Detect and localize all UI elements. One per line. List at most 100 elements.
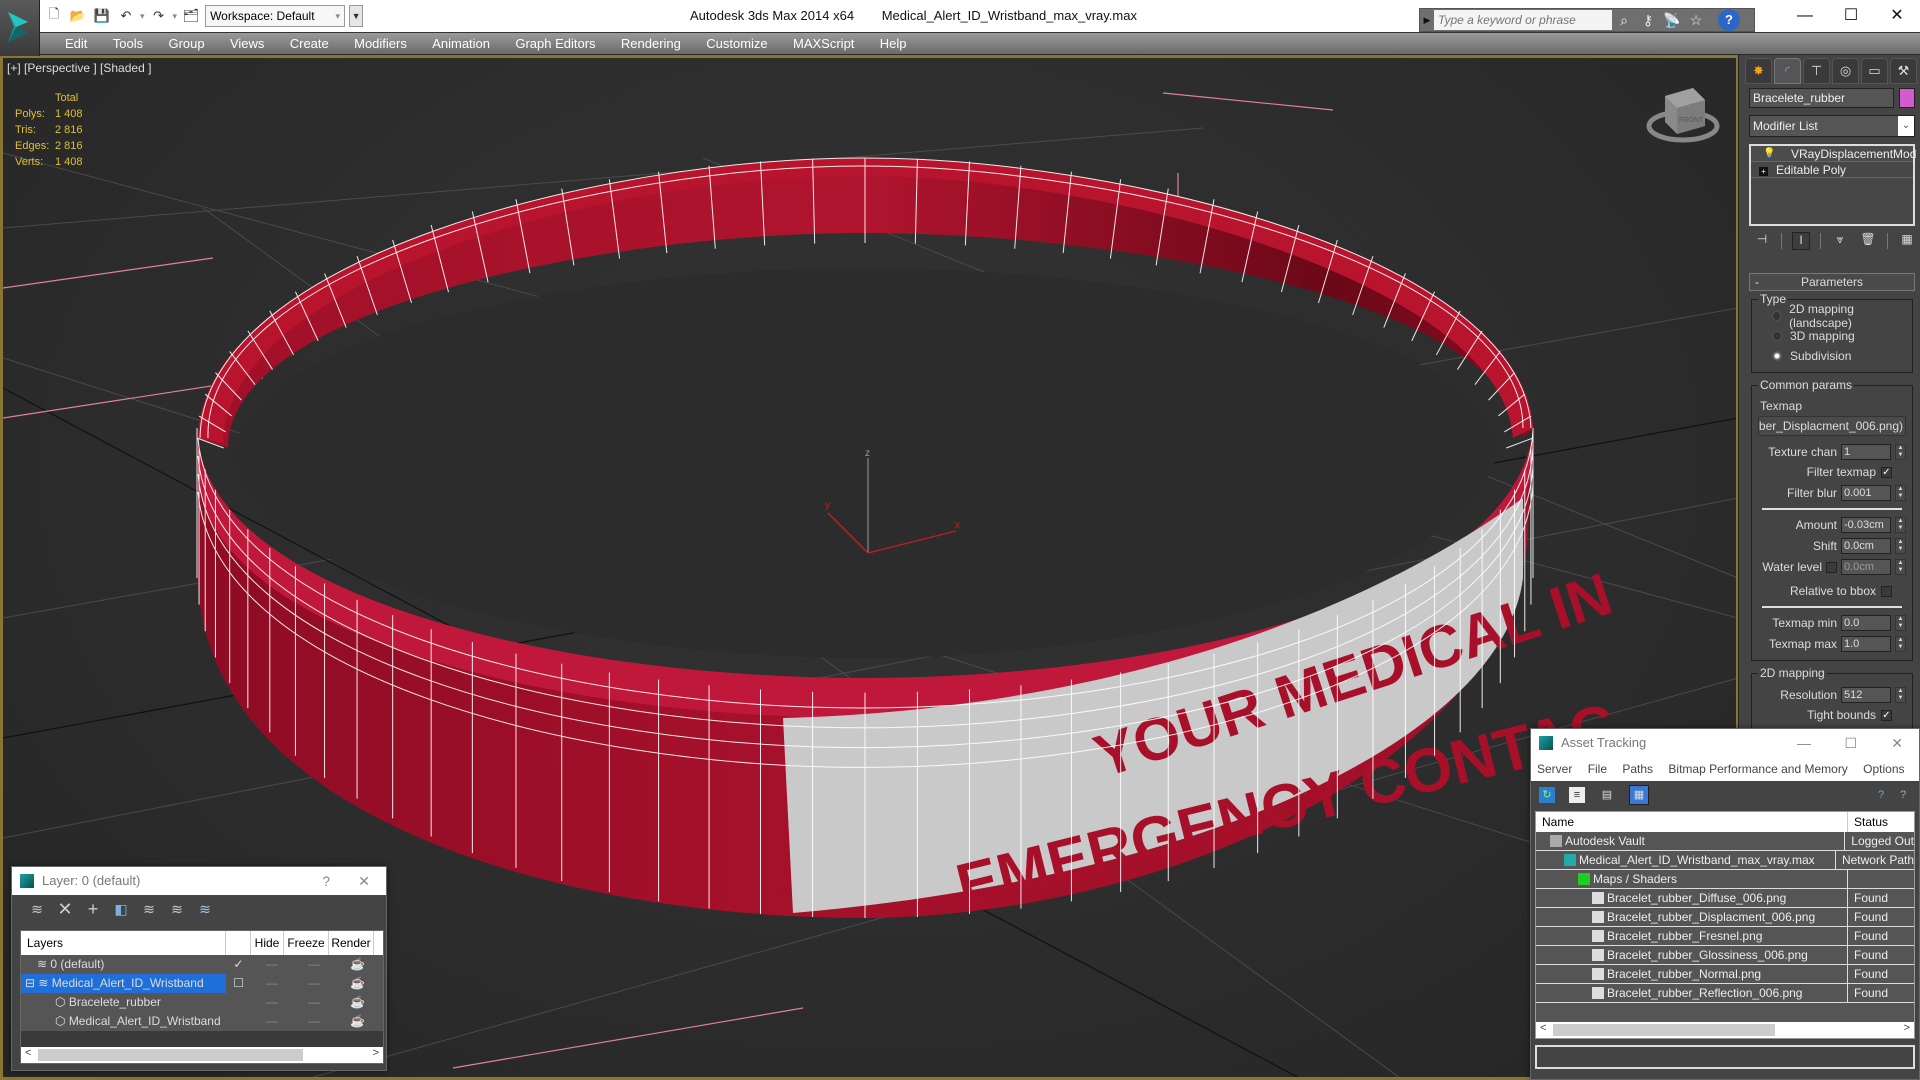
col-status[interactable]: Status bbox=[1848, 812, 1888, 832]
search-expand-icon[interactable]: ▶ bbox=[1420, 15, 1434, 26]
water-level-input[interactable]: 0.0cm bbox=[1841, 559, 1891, 575]
stack-item-editable-poly[interactable]: + Editable Poly bbox=[1751, 162, 1913, 178]
open-file-icon[interactable]: 📂 bbox=[68, 6, 88, 26]
search-input[interactable] bbox=[1434, 10, 1612, 30]
tree-view-icon[interactable]: ▤ bbox=[1599, 787, 1615, 803]
asset-row[interactable]: Bracelet_rubber_Displacment_006.png Found bbox=[1536, 908, 1914, 927]
show-end-result-icon[interactable]: I bbox=[1792, 232, 1810, 250]
asset-row[interactable]: Bracelet_rubber_Diffuse_006.png Found bbox=[1536, 889, 1914, 908]
render-teapot-icon[interactable]: ☕ bbox=[335, 1012, 380, 1031]
menu-tools[interactable]: Tools bbox=[102, 33, 154, 55]
refresh-icon[interactable]: ↻ bbox=[1539, 787, 1555, 803]
minimize-button[interactable]: — bbox=[1797, 729, 1811, 757]
close-button[interactable]: ✕ bbox=[1891, 729, 1903, 757]
spinner[interactable]: ▲ ▼ bbox=[1895, 538, 1906, 554]
help-alt-icon[interactable]: ? bbox=[1895, 787, 1911, 803]
help-icon[interactable]: ? bbox=[1873, 787, 1889, 803]
dialog-title-bar[interactable]: Layer: 0 (default) ? ✕ bbox=[12, 867, 386, 895]
tight-bounds-checkbox[interactable]: ✓ bbox=[1881, 709, 1892, 721]
menu-modifiers[interactable]: Modifiers bbox=[343, 33, 418, 55]
render-teapot-icon[interactable]: ☕ bbox=[335, 974, 380, 993]
rollout-header[interactable]: - Parameters bbox=[1749, 273, 1915, 291]
amount-input[interactable]: -0.03cm bbox=[1841, 517, 1891, 533]
asset-row[interactable]: Bracelet_rubber_Reflection_006.png Found bbox=[1536, 984, 1914, 1003]
menu-help[interactable]: Help bbox=[869, 33, 918, 55]
star-icon[interactable]: ☆ bbox=[1684, 12, 1708, 29]
hide-toggle[interactable]: — bbox=[251, 974, 293, 993]
list-view-icon[interactable]: ≡ bbox=[1569, 787, 1585, 803]
display-tab-icon[interactable]: ▭ bbox=[1861, 58, 1888, 84]
scroll-right-icon[interactable]: > bbox=[373, 1047, 379, 1059]
spinner[interactable]: ▲ ▼ bbox=[1895, 687, 1906, 703]
menu-animation[interactable]: Animation bbox=[421, 33, 501, 55]
layer-row[interactable]: ≋ 0 (default) ✓ — — ☕ bbox=[21, 955, 383, 974]
menu-server[interactable]: Server bbox=[1537, 762, 1572, 776]
active-layer-check[interactable]: ✓ bbox=[226, 955, 251, 974]
menu-rendering[interactable]: Rendering bbox=[610, 33, 692, 55]
active-layer-checkbox[interactable]: ☐ bbox=[226, 974, 251, 993]
workspace-dropdown[interactable]: Workspace: Default ▾ bbox=[205, 5, 346, 27]
spinner[interactable]: ▲ ▼ bbox=[1895, 559, 1906, 575]
spinner[interactable]: ▲ ▼ bbox=[1895, 615, 1906, 631]
col-freeze[interactable]: Freeze bbox=[284, 931, 329, 955]
maximize-button[interactable]: ☐ bbox=[1828, 0, 1874, 32]
motion-tab-icon[interactable]: ◎ bbox=[1832, 58, 1859, 84]
render-teapot-icon[interactable]: ☕ bbox=[335, 955, 380, 974]
highlight-layer-icon[interactable]: ≋ bbox=[168, 901, 186, 918]
hide-freeze-layers-icon[interactable]: ≋ bbox=[196, 901, 214, 918]
menu-customize[interactable]: Customize bbox=[695, 33, 778, 55]
texmap-min-input[interactable]: 0.0 bbox=[1841, 615, 1891, 631]
customize-toolbar-button[interactable]: ▼ bbox=[349, 5, 364, 27]
modifier-list-dropdown[interactable]: Modifier List ⌄ bbox=[1749, 115, 1915, 137]
lightbulb-icon[interactable]: 💡 bbox=[1763, 146, 1775, 162]
texture-chan-input[interactable]: 1 bbox=[1841, 444, 1891, 460]
select-objects-icon[interactable]: ◧ bbox=[112, 901, 130, 918]
spinner[interactable]: ▲ ▼ bbox=[1895, 485, 1906, 501]
render-teapot-icon[interactable]: ☕ bbox=[335, 993, 380, 1012]
resolution-input[interactable]: 512 bbox=[1841, 687, 1891, 703]
col-render[interactable]: Render bbox=[329, 931, 374, 955]
scroll-left-icon[interactable]: < bbox=[25, 1047, 31, 1059]
help-button[interactable]: ? bbox=[322, 867, 330, 895]
shift-input[interactable]: 0.0cm bbox=[1841, 538, 1891, 554]
menu-graph-editors[interactable]: Graph Editors bbox=[504, 33, 606, 55]
pin-stack-icon[interactable]: ⊣ bbox=[1753, 232, 1771, 250]
delete-layer-icon[interactable]: ✕ bbox=[56, 899, 74, 920]
modify-tab-icon[interactable]: ◜ bbox=[1774, 58, 1801, 84]
save-icon[interactable]: 💾 bbox=[92, 6, 112, 26]
minimize-button[interactable]: — bbox=[1782, 0, 1828, 32]
horizontal-scrollbar[interactable]: < > bbox=[1536, 1022, 1914, 1038]
object-color-swatch[interactable] bbox=[1899, 88, 1915, 108]
freeze-toggle[interactable]: — bbox=[293, 955, 335, 974]
undo-dropdown-icon[interactable]: ▾ bbox=[140, 11, 145, 22]
configure-modifier-sets-icon[interactable]: ▦ bbox=[1898, 232, 1916, 250]
scroll-right-icon[interactable]: > bbox=[1904, 1022, 1910, 1034]
select-layer-icon[interactable]: ≋ bbox=[140, 901, 158, 918]
col-hide[interactable]: Hide bbox=[251, 931, 284, 955]
hide-toggle[interactable]: — bbox=[251, 1012, 293, 1031]
add-to-layer-icon[interactable]: + bbox=[84, 899, 102, 920]
texmap-button[interactable]: (Bracelet_rubber_Displacment_006.png) bbox=[1758, 416, 1906, 436]
viewcube[interactable]: FRONT bbox=[1643, 78, 1723, 148]
table-view-icon[interactable]: ▦ bbox=[1629, 785, 1649, 805]
col-layers[interactable]: Layers bbox=[21, 931, 226, 955]
layer-row[interactable]: ⬡ Medical_Alert_ID_Wristband — — ☕ bbox=[21, 1012, 383, 1031]
scrollbar-thumb[interactable] bbox=[1553, 1024, 1775, 1036]
spinner[interactable]: ▲ ▼ bbox=[1895, 636, 1906, 652]
filter-blur-input[interactable]: 0.001 bbox=[1841, 485, 1891, 501]
scroll-left-icon[interactable]: < bbox=[1540, 1022, 1546, 1034]
menu-create[interactable]: Create bbox=[279, 33, 340, 55]
layer-row[interactable]: ⬡ Bracelete_rubber — — ☕ bbox=[21, 993, 383, 1012]
satellite-icon[interactable]: 📡 bbox=[1660, 12, 1684, 29]
create-tab-icon[interactable]: ✸ bbox=[1745, 58, 1772, 84]
viewport-label-menu[interactable]: [+] [Perspective ] [Shaded ] bbox=[7, 61, 151, 75]
dialog-title-bar[interactable]: Asset Tracking — ☐ ✕ bbox=[1531, 729, 1919, 757]
object-name-field[interactable]: Bracelete_rubber bbox=[1749, 88, 1894, 108]
utilities-tab-icon[interactable]: ⚒ bbox=[1890, 58, 1917, 84]
relative-bbox-checkbox[interactable] bbox=[1881, 585, 1892, 597]
menu-bitmap-performance[interactable]: Bitmap Performance and Memory bbox=[1668, 762, 1847, 776]
stack-item-vraydisplacementmod[interactable]: 💡 VRayDisplacementMod bbox=[1751, 146, 1916, 162]
hierarchy-tab-icon[interactable]: ⊤ bbox=[1803, 58, 1830, 84]
hide-toggle[interactable]: — bbox=[251, 955, 293, 974]
asset-row[interactable]: Maps / Shaders bbox=[1536, 870, 1914, 889]
